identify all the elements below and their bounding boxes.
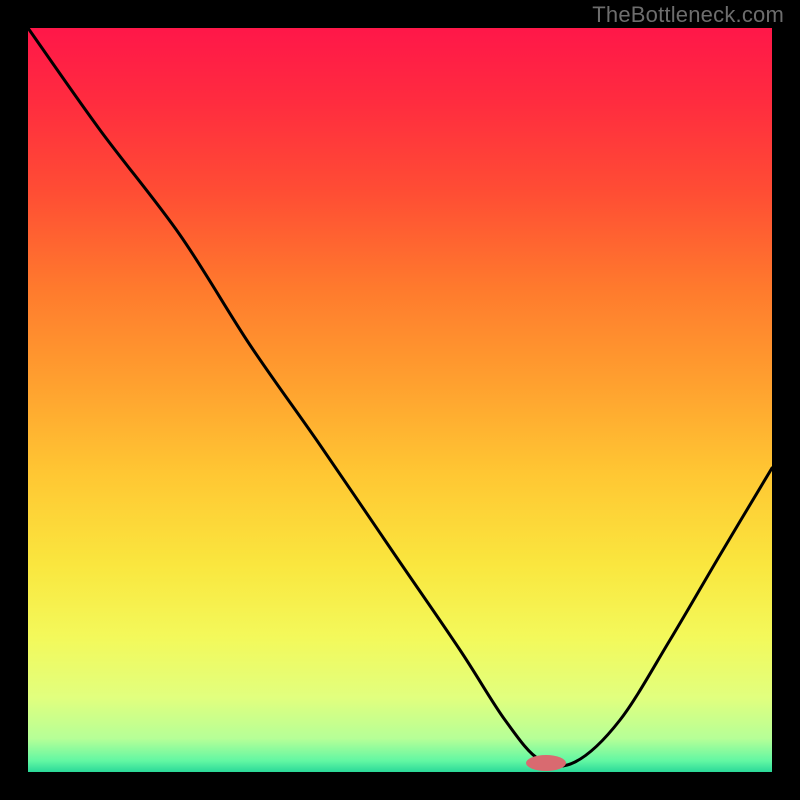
optimal-point-marker: [526, 755, 566, 771]
watermark-text: TheBottleneck.com: [592, 2, 784, 28]
heat-gradient-area: [28, 28, 772, 772]
bottleneck-chart: [0, 0, 800, 800]
